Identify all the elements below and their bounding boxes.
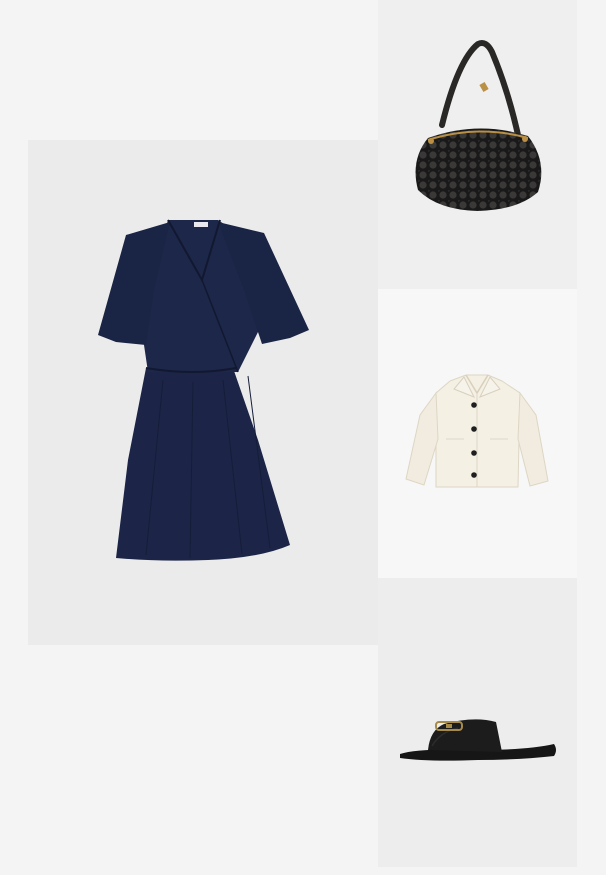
bag-product-tile[interactable] — [378, 0, 577, 289]
dress-product-tile[interactable] — [28, 140, 378, 645]
jacket-product-tile[interactable] — [378, 289, 577, 578]
cropped-jacket-image — [405, 374, 549, 488]
sandal-product-tile[interactable] — [378, 578, 577, 867]
wrap-dress-image — [98, 219, 309, 561]
woven-shoulder-bag-image — [415, 40, 542, 211]
slide-sandal-image — [400, 719, 556, 761]
